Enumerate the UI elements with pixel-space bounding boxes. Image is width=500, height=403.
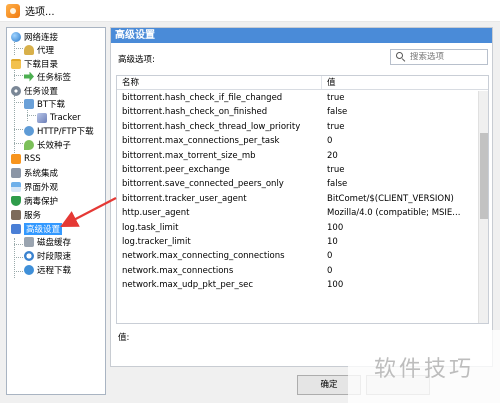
- watermark: 软件技巧: [348, 330, 500, 403]
- red-arrow: [60, 197, 117, 228]
